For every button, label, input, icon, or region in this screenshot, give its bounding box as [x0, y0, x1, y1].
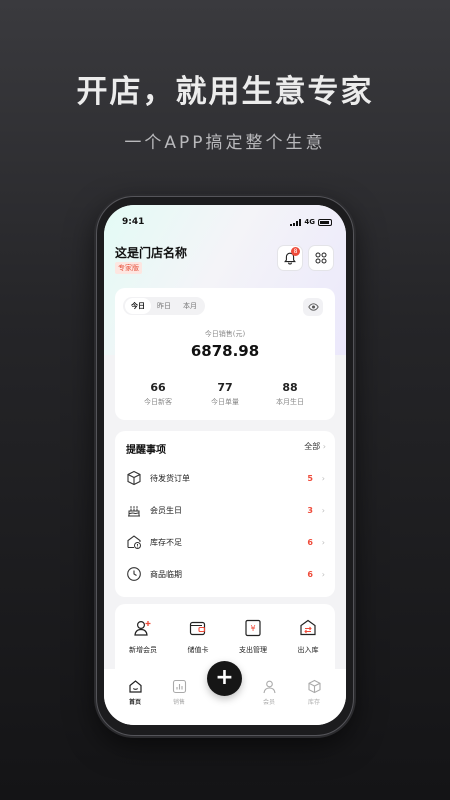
inventory-icon	[283, 618, 333, 638]
tab-label: 首页	[128, 699, 141, 706]
reminder-label: 会员生日	[150, 505, 182, 515]
plus-icon: +	[215, 664, 234, 690]
period-tab-yesterday[interactable]: 昨日	[151, 298, 177, 314]
expense-icon: ¥	[228, 618, 278, 638]
period-switcher: 今日 昨日 本月	[123, 297, 205, 315]
tab-label: 会员	[262, 699, 275, 706]
battery-icon	[318, 218, 332, 226]
store-name[interactable]: 这是门店名称	[115, 244, 187, 261]
toggle-visibility-button[interactable]	[303, 298, 323, 316]
quick-action-add-member[interactable]: 新增会员	[118, 618, 168, 655]
promo-subline: 一个APP搞定整个生意	[124, 133, 326, 153]
low-stock-icon	[125, 533, 143, 551]
quick-action-stored-value-card[interactable]: 储值卡	[173, 618, 223, 655]
tab-members[interactable]: 会员	[249, 678, 289, 706]
tab-label: 库存	[307, 699, 320, 706]
stat-birthdays[interactable]: 88 本月生日	[255, 381, 325, 407]
box-icon	[125, 469, 143, 487]
reminder-count: 5	[307, 473, 313, 483]
svg-text:¥: ¥	[250, 624, 255, 633]
tab-label: 销售	[172, 699, 185, 706]
reminder-item-member-birthday[interactable]: 会员生日 3 ›	[125, 500, 325, 520]
period-tab-month[interactable]: 本月	[177, 298, 203, 314]
notification-button[interactable]: 8	[277, 245, 303, 271]
quick-action-label: 储值卡	[187, 646, 209, 654]
apps-button[interactable]	[308, 245, 334, 271]
reminder-label: 待发货订单	[150, 473, 190, 483]
add-button[interactable]: +	[207, 661, 242, 696]
home-icon	[115, 678, 155, 694]
reminder-item-expiring[interactable]: 商品临期 6 ›	[125, 564, 325, 584]
period-tab-today[interactable]: 今日	[125, 298, 151, 314]
reminders-card: 提醒事项 全部 › 待发货订单 5 › 会员生日 3 › 库存不足 6 › 商品…	[115, 431, 335, 597]
stat-new-customers[interactable]: 66 今日新客	[123, 381, 193, 407]
quick-action-expense[interactable]: ¥ 支出管理	[228, 618, 278, 655]
eye-icon	[307, 303, 319, 311]
tab-inventory[interactable]: 库存	[294, 678, 334, 706]
quick-action-inventory[interactable]: 出入库	[283, 618, 333, 655]
reminder-count: 6	[307, 569, 313, 579]
cake-icon	[125, 501, 143, 519]
reminder-count: 6	[307, 537, 313, 547]
wallet-icon	[173, 618, 223, 638]
quick-action-label: 新增会员	[129, 646, 157, 654]
stat-label: 今日单量	[211, 398, 239, 406]
reminder-label: 商品临期	[150, 569, 182, 579]
chart-icon	[159, 678, 199, 694]
tab-home[interactable]: 首页	[115, 678, 155, 706]
clock-icon	[125, 565, 143, 583]
tab-sales[interactable]: 销售	[159, 678, 199, 706]
chevron-right-icon: ›	[321, 569, 325, 579]
chevron-right-icon: ›	[322, 442, 326, 451]
sales-value: 6878.98	[190, 342, 260, 360]
chevron-right-icon: ›	[321, 505, 325, 515]
reminder-item-pending-shipment[interactable]: 待发货订单 5 ›	[125, 468, 325, 488]
grid-icon	[315, 252, 327, 264]
status-bar: 9:41 4G	[122, 217, 332, 231]
stat-label: 今日新客	[144, 398, 172, 406]
sales-label: 今日销售(元)	[204, 330, 246, 338]
status-time: 9:41	[122, 217, 145, 227]
reminder-item-low-stock[interactable]: 库存不足 6 ›	[125, 532, 325, 552]
quick-action-label: 出入库	[297, 646, 319, 654]
phone-screen: 9:41 4G 这是门店名称 专家版 8 今日 昨日 本月 今日销售(元) 68…	[104, 205, 346, 725]
stat-value: 77	[217, 381, 233, 394]
reminders-all-label: 全部	[304, 442, 321, 451]
person-icon	[249, 678, 289, 694]
chevron-right-icon: ›	[321, 537, 325, 547]
promo-headline: 开店，就用生意专家	[76, 74, 374, 110]
reminder-label: 库存不足	[150, 537, 182, 547]
stat-value: 66	[150, 381, 166, 394]
reminders-title: 提醒事项	[126, 445, 166, 456]
reminders-all-link[interactable]: 全部 ›	[304, 441, 326, 452]
stat-label: 本月生日	[276, 398, 304, 406]
notification-count: 8	[291, 247, 300, 256]
network-label: 4G	[304, 218, 315, 226]
add-member-icon	[118, 618, 168, 638]
signal-icon	[290, 218, 302, 226]
stat-value: 88	[282, 381, 298, 394]
chevron-right-icon: ›	[321, 473, 325, 483]
quick-action-label: 支出管理	[239, 646, 267, 654]
edition-badge: 专家版	[115, 262, 142, 274]
stat-orders[interactable]: 77 今日单量	[190, 381, 260, 407]
reminder-count: 3	[307, 505, 313, 515]
sales-card: 今日 昨日 本月 今日销售(元) 6878.98 66 今日新客 77 今日单量…	[115, 288, 335, 420]
cube-icon	[294, 678, 334, 694]
